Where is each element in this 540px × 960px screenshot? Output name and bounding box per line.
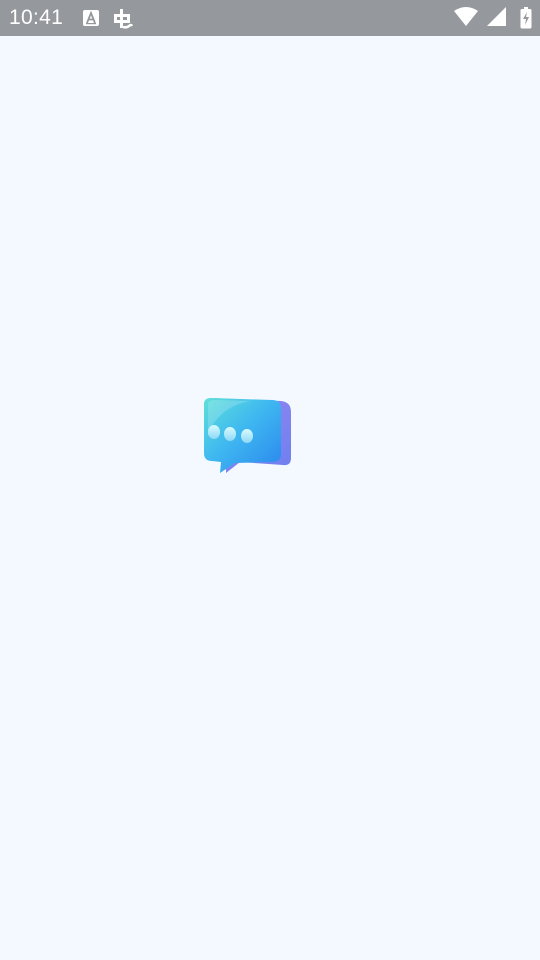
accessibility-a-icon	[83, 10, 99, 26]
splash-screen	[0, 36, 540, 960]
signal-icon	[487, 7, 506, 26]
status-time: 10:41	[9, 6, 64, 29]
battery-charging-icon	[520, 7, 532, 29]
chat-bubble-icon	[204, 398, 291, 473]
bug-icon	[114, 9, 134, 29]
wifi-icon	[454, 7, 478, 26]
status-bar: 10:41	[0, 0, 540, 36]
